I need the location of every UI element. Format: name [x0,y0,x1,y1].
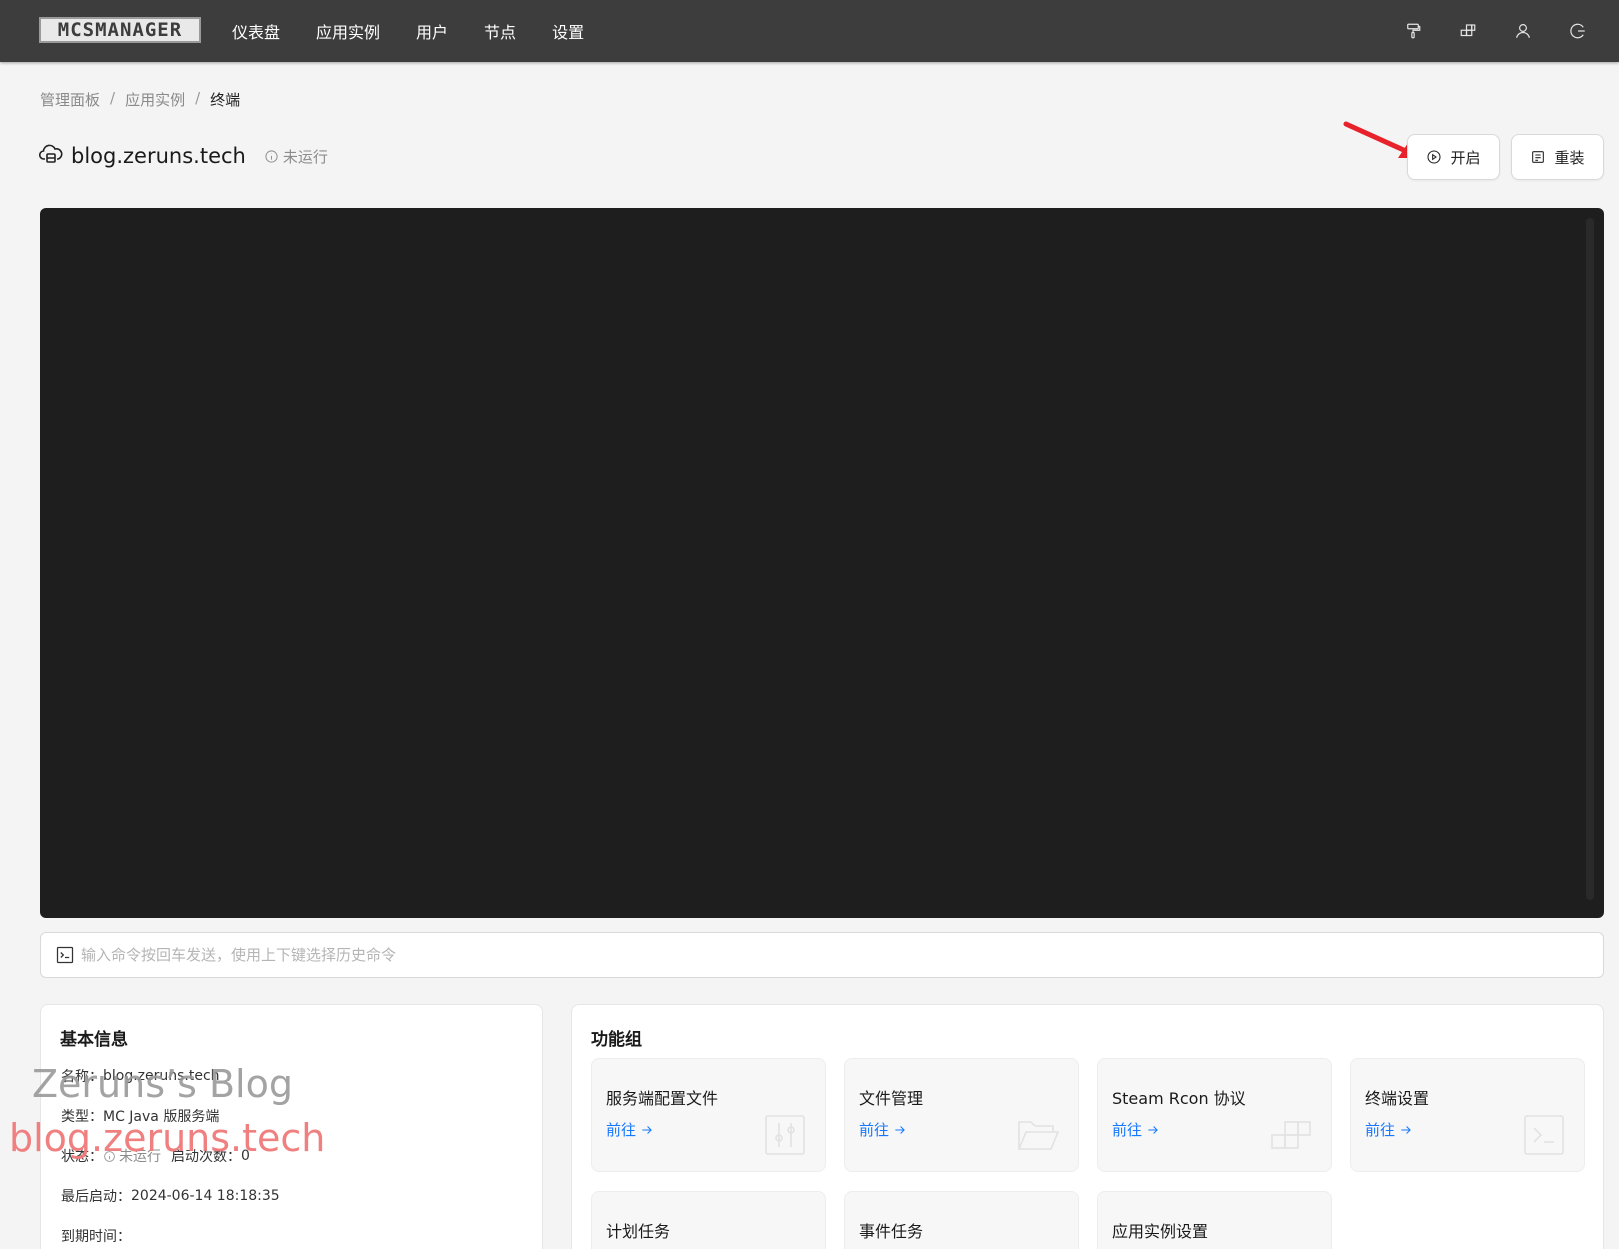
function-group-card: 功能组 服务端配置文件 前往 文件管理 前往 Steam Rcon 协议 前往 … [571,1004,1604,1249]
command-input-bar [40,932,1604,978]
info-expire-label: 到期时间： [61,1229,131,1245]
fg-scheduled-tasks[interactable]: 计划任务 [591,1191,826,1249]
terminal-icon [1522,1113,1566,1157]
basic-info-title: 基本信息 [60,1030,128,1050]
arrow-right-icon [895,1125,905,1134]
instance-title: blog.zeruns.tech [71,144,246,168]
cloud-server-icon [38,142,63,170]
fg-server-config[interactable]: 服务端配置文件 前往 [591,1058,826,1172]
info-last-start: 最后启动： 2024-06-14 18:18:35 [61,1186,280,1206]
fg-item-name: 事件任务 [859,1222,924,1241]
fg-goto-label: 前往 [859,1121,890,1139]
instance-status: 未运行 [264,146,328,167]
breadcrumb-separator: / [195,89,201,107]
terminal-prompt-icon [56,946,74,964]
folder-open-icon [1016,1113,1060,1157]
sliders-icon [763,1113,807,1157]
terminal-scrollbar[interactable] [1586,218,1594,900]
user-icon[interactable] [1512,20,1534,42]
arrow-right-icon [1148,1125,1158,1134]
fg-goto-link[interactable]: 前往 [859,1119,907,1140]
nav-item-instances[interactable]: 应用实例 [316,19,380,43]
blocks-icon [1269,1113,1313,1157]
info-last-start-value: 2024-06-14 18:18:35 [131,1188,280,1204]
info-last-start-label: 最后启动： [61,1189,131,1205]
reinstall-button[interactable]: 重装 [1511,134,1604,180]
start-button[interactable]: 开启 [1407,134,1500,180]
fg-goto-label: 前往 [1365,1121,1396,1139]
terminal-console[interactable] [40,208,1604,918]
watermark-blog-url: blog.zeruns.tech [9,1116,326,1160]
fg-goto-label: 前往 [606,1121,637,1139]
fg-goto-link[interactable]: 前往 [606,1119,654,1140]
arrow-right-icon [1401,1125,1411,1134]
fg-item-name: 服务端配置文件 [606,1089,719,1108]
breadcrumb-admin-panel[interactable]: 管理面板 [40,89,100,110]
fg-goto-label: 前往 [1112,1121,1143,1139]
fg-terminal-settings[interactable]: 终端设置 前往 [1350,1058,1585,1172]
nodes-icon[interactable] [1457,20,1479,42]
breadcrumb-separator: / [110,89,116,107]
function-group-title: 功能组 [591,1030,642,1050]
top-navbar: MCSMANAGER 仪表盘 应用实例 用户 节点 设置 [0,0,1619,62]
arrow-right-icon [642,1125,652,1134]
instance-status-text: 未运行 [282,147,328,166]
breadcrumb-instances[interactable]: 应用实例 [125,89,185,110]
fg-event-tasks[interactable]: 事件任务 [844,1191,1079,1249]
nav-item-settings[interactable]: 设置 [552,19,584,43]
fg-steam-rcon[interactable]: Steam Rcon 协议 前往 [1097,1058,1332,1172]
command-input[interactable] [81,946,1603,964]
fg-goto-link[interactable]: 前往 [1365,1119,1413,1140]
fg-item-name: 终端设置 [1365,1089,1430,1108]
info-circle-icon [265,149,278,163]
fg-goto-link[interactable]: 前往 [1112,1119,1160,1140]
nav-item-users[interactable]: 用户 [416,19,448,43]
fg-instance-settings[interactable]: 应用实例设置 [1097,1191,1332,1249]
fg-item-name: 文件管理 [859,1089,924,1108]
reinstall-icon [1532,151,1545,163]
paint-roller-icon[interactable] [1402,20,1424,42]
breadcrumb: 管理面板 / 应用实例 / 终端 [40,89,240,110]
info-expire: 到期时间： [61,1226,131,1246]
instance-header: blog.zeruns.tech 未运行 [38,142,328,170]
fg-item-name: 应用实例设置 [1112,1222,1209,1241]
start-button-label: 开启 [1450,148,1481,167]
nav-item-nodes[interactable]: 节点 [484,19,516,43]
app-logo[interactable]: MCSMANAGER [39,17,201,43]
play-circle-icon [1427,150,1442,164]
fg-item-name: 计划任务 [606,1222,671,1241]
logout-icon[interactable] [1567,20,1589,42]
nav-item-dashboard[interactable]: 仪表盘 [232,19,280,43]
reinstall-button-label: 重装 [1554,148,1585,167]
breadcrumb-terminal: 终端 [210,91,241,109]
fg-file-manager[interactable]: 文件管理 前往 [844,1058,1079,1172]
top-icon-bar [1369,0,1589,62]
fg-item-name: Steam Rcon 协议 [1112,1089,1246,1108]
watermark-blog-name: Zeruns’s Blog [32,1062,293,1106]
main-nav: 仪表盘 应用实例 用户 节点 设置 [232,0,620,62]
